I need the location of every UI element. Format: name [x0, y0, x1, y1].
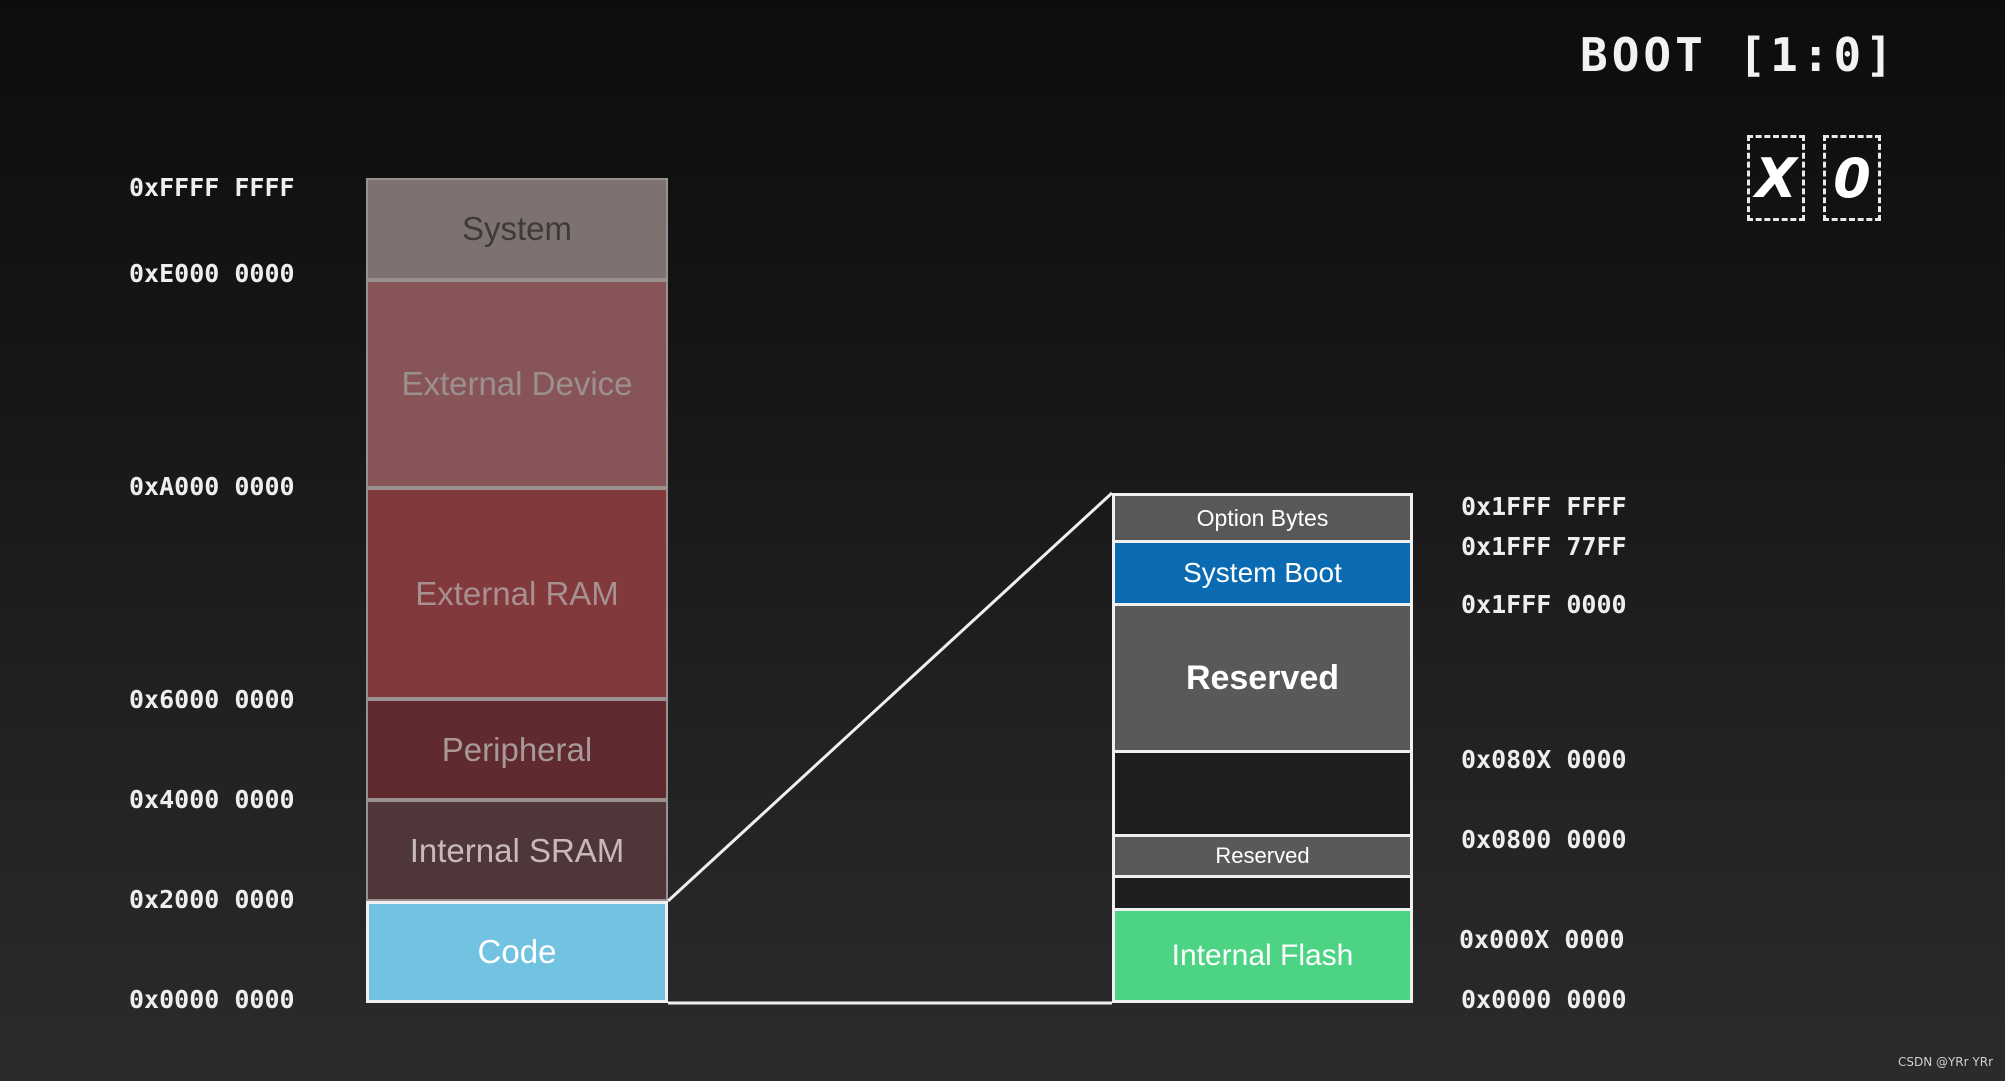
region-system-boot: System Boot — [1112, 540, 1413, 606]
address-label: 0x080X 0000 — [1461, 745, 1627, 774]
region-label: Reserved — [1185, 658, 1340, 697]
address-label: 0x0800 0000 — [1461, 825, 1627, 854]
region-label: Reserved — [1215, 843, 1310, 868]
address-label: 0x1FFF 77FF — [1461, 532, 1627, 561]
region-label: System Boot — [1183, 557, 1342, 588]
code-region-detail-column: Option Bytes System Boot Reserved Reserv… — [1112, 493, 1413, 1003]
connector-top-line — [666, 491, 1114, 903]
zoom-connector-lines — [666, 491, 1114, 1005]
address-label: 0x1FFF 0000 — [1461, 590, 1627, 619]
region-empty-upper — [1112, 750, 1413, 837]
address-label: 0x0000 0000 — [1461, 985, 1627, 1014]
region-reserved-large: Reserved — [1112, 603, 1413, 753]
address-label: 0x1FFF FFFF — [1461, 492, 1627, 521]
region-label: Internal Flash — [1171, 938, 1354, 972]
region-internal-flash: Internal Flash — [1112, 908, 1413, 1003]
region-label: Option Bytes — [1196, 504, 1329, 531]
region-empty-lower — [1112, 875, 1413, 911]
watermark: CSDN @YRr YRr — [1897, 1055, 1993, 1069]
region-reserved-small: Reserved — [1112, 834, 1413, 878]
region-option-bytes: Option Bytes — [1112, 493, 1413, 543]
address-label: 0x000X 0000 — [1459, 925, 1625, 954]
